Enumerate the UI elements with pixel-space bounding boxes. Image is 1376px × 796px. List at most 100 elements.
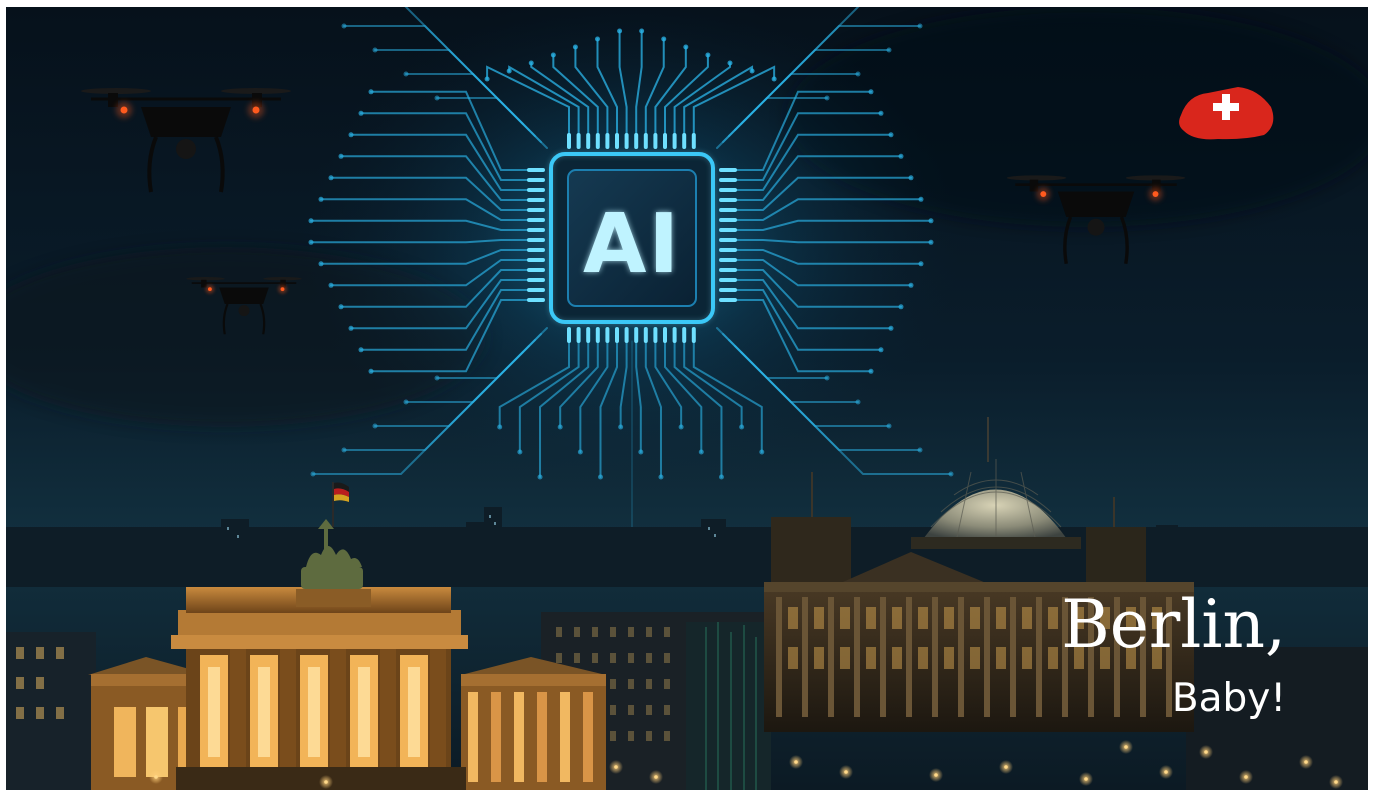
circuit-node [638, 449, 644, 455]
reichstag-window [814, 607, 824, 629]
circuit-node [358, 347, 364, 353]
ai-chip-icon: AI AI [527, 133, 737, 343]
city-window [574, 627, 580, 637]
city-window [664, 627, 670, 637]
street-light [844, 770, 848, 774]
circuit-node [338, 304, 344, 310]
circuit-node [595, 36, 600, 42]
circuit-node [618, 424, 624, 430]
circuit-node [550, 52, 556, 58]
city-window [16, 647, 24, 659]
city-window [664, 731, 670, 741]
gate-bay-glow [358, 667, 370, 757]
circuit-node [855, 399, 861, 405]
circuit-node [918, 196, 924, 202]
reichstag-window [788, 607, 798, 629]
reichstag-window [892, 607, 902, 629]
city-window [610, 679, 616, 689]
city-window [646, 627, 652, 637]
street-light [1304, 760, 1308, 764]
circuit-node [318, 196, 324, 202]
circuit-node [318, 261, 324, 267]
circuit-node [886, 423, 892, 429]
wing-column [491, 692, 501, 782]
city-window [628, 731, 634, 741]
circuit-node [308, 239, 314, 245]
gate-column [430, 649, 446, 767]
drone-light-glow [278, 284, 287, 294]
drone-motor [1029, 179, 1039, 192]
circuit-node [771, 76, 777, 82]
street-light [614, 765, 618, 769]
city-window [36, 647, 44, 659]
drone-body [141, 107, 231, 137]
city-window [628, 653, 634, 663]
reichstag-column [984, 597, 990, 717]
circuit-node [372, 423, 378, 429]
reichstag-window [970, 607, 980, 629]
street-light [1204, 750, 1208, 754]
circuit-node [948, 471, 954, 477]
circuit-node [434, 95, 440, 101]
city-window [556, 627, 562, 637]
city-window [556, 653, 562, 663]
city-window [664, 653, 670, 663]
drone-motor [201, 279, 207, 288]
circuit-node [338, 153, 344, 159]
circuit-node [372, 47, 378, 53]
circuit-node [517, 449, 523, 455]
city-window [664, 705, 670, 715]
reichstag-window [1048, 607, 1058, 629]
circuit-node [434, 375, 440, 381]
circuit-node [888, 325, 894, 331]
circuit-node [403, 71, 409, 77]
circuit-node [598, 474, 603, 480]
circuit-node [341, 447, 347, 453]
city-window [664, 679, 670, 689]
caption-line-2: Baby! [1172, 676, 1286, 721]
city-window [628, 705, 634, 715]
circuit-node [310, 471, 316, 477]
illustration: AI AI Berlin, Baby! [6, 7, 1368, 790]
circuit-node [557, 424, 563, 430]
reichstag-window [918, 647, 928, 669]
reichstag-column [776, 597, 782, 717]
circuit-node [824, 95, 830, 101]
city-window [610, 653, 616, 663]
circuit-node [341, 23, 347, 29]
circuit-node [348, 325, 354, 331]
circuit-node [888, 132, 894, 138]
circuit-node [639, 28, 645, 34]
circuit-node [928, 218, 934, 224]
circuit-node [908, 282, 914, 288]
circuit-node [572, 44, 578, 50]
reichstag-window [814, 647, 824, 669]
reichstag-column [958, 597, 964, 717]
reichstag-window [996, 647, 1006, 669]
circuit-node [678, 424, 684, 430]
reichstag-window [892, 647, 902, 669]
circuit-node [537, 474, 543, 480]
circuit-node [886, 47, 892, 53]
drone-light-glow [205, 284, 215, 294]
circuit-node [878, 347, 884, 353]
circuit-node [718, 474, 724, 480]
circuit-node [908, 175, 914, 181]
drone-body [1057, 191, 1135, 217]
reichstag-window [840, 647, 850, 669]
city-window [36, 677, 44, 689]
reichstag-window [944, 607, 954, 629]
city-window [16, 677, 24, 689]
circuit-node [898, 153, 904, 159]
circuit-node [918, 261, 924, 267]
street-light [154, 775, 158, 779]
street-light [1084, 777, 1088, 781]
gate-bay-glow [308, 667, 320, 757]
city-window [628, 627, 634, 637]
city-window [610, 627, 616, 637]
city-window [574, 653, 580, 663]
circuit-node [658, 474, 664, 480]
circuit-node [617, 28, 623, 34]
circuit-node [868, 89, 874, 95]
gate-column [330, 649, 346, 767]
